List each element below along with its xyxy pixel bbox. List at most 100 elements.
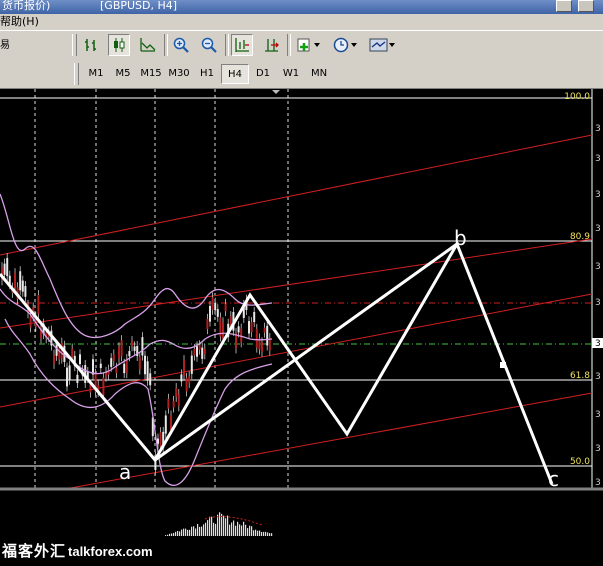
candle-body	[3, 263, 6, 275]
minimize-icon[interactable]	[556, 0, 572, 12]
histogram-bar	[259, 530, 261, 536]
histogram-bar	[225, 518, 227, 536]
candle-body	[68, 365, 71, 380]
price-chart[interactable]: 333 333 333 3 3 100.0 80.9 61.8 50.0 a b…	[0, 89, 603, 566]
wave-label-c: c	[548, 467, 559, 491]
candle-body	[21, 280, 24, 292]
wave-label-b: b	[454, 226, 467, 250]
tf-h4[interactable]: H4	[221, 64, 249, 84]
periods-clock-icon[interactable]	[331, 34, 361, 56]
histogram-bar	[169, 533, 171, 536]
indicators-icon[interactable]	[294, 34, 324, 56]
watermark-site: talkforex.com	[68, 544, 153, 559]
candle-body	[188, 376, 191, 384]
candle-body	[190, 355, 193, 374]
histogram-bar	[165, 535, 167, 536]
zoom-in-icon[interactable]	[170, 34, 192, 56]
histogram-bar	[187, 529, 189, 536]
menu-bar: 帮助(H)	[0, 14, 603, 30]
histogram-bar	[253, 530, 255, 536]
histogram-bar	[251, 526, 253, 536]
tf-mn[interactable]: MN	[305, 64, 333, 84]
histogram-bar	[249, 525, 251, 536]
candle-body	[167, 398, 170, 409]
candle-body	[183, 360, 185, 376]
histogram-bar	[231, 522, 233, 536]
tf-w1[interactable]: W1	[277, 64, 305, 84]
line-chart-icon[interactable]	[137, 34, 159, 56]
candle-body	[71, 348, 74, 358]
candle-body	[141, 337, 144, 356]
window-title-left: 货币报价)	[2, 0, 51, 12]
candle-body	[99, 363, 102, 369]
histogram-bar	[269, 533, 271, 536]
bar-chart-icon[interactable]	[80, 34, 102, 56]
tf-h1[interactable]: H1	[193, 64, 221, 84]
histogram-bar	[197, 523, 199, 536]
histogram-bar	[173, 533, 175, 536]
candle-body	[175, 387, 178, 397]
watermark-chinese: 福客外汇	[2, 542, 67, 560]
histogram-bar	[227, 515, 229, 536]
candle-body	[118, 347, 120, 359]
candle-body	[237, 326, 240, 333]
menu-help[interactable]: 帮助(H)	[0, 15, 39, 29]
candle-body	[224, 303, 227, 312]
histogram-bar	[241, 525, 243, 536]
watermark: 福客外汇 talkforex.com	[2, 540, 202, 562]
candle-body	[144, 355, 146, 375]
candle-body	[133, 346, 136, 351]
toolbar-grip[interactable]	[74, 63, 79, 85]
candle-body	[115, 367, 118, 374]
candle-body	[125, 358, 128, 374]
candle-body	[177, 394, 180, 407]
wave-midpoint-marker[interactable]	[500, 362, 506, 368]
candle-body	[203, 348, 206, 355]
candle-body	[214, 302, 217, 311]
candle-body	[211, 297, 214, 310]
tf-m1[interactable]: M1	[82, 64, 110, 84]
candle-body	[66, 367, 68, 387]
templates-icon[interactable]	[367, 34, 399, 56]
svg-text:3: 3	[595, 410, 601, 420]
histogram-bar	[213, 522, 215, 536]
toolbar-grip[interactable]	[72, 34, 77, 56]
histogram-bar	[179, 531, 181, 536]
histogram-bar	[271, 533, 273, 536]
candle-body	[180, 374, 183, 382]
candle-body	[79, 354, 81, 365]
tf-d1[interactable]: D1	[249, 64, 277, 84]
candle-body	[159, 432, 162, 447]
restore-icon[interactable]	[578, 0, 594, 12]
chart-shift-icon[interactable]	[231, 34, 253, 56]
candle-body	[55, 344, 58, 356]
tf-m15[interactable]: M15	[137, 64, 165, 84]
svg-text:3: 3	[595, 298, 601, 308]
candle-body	[6, 258, 9, 277]
zoom-out-icon[interactable]	[198, 34, 220, 56]
tf-m5[interactable]: M5	[109, 64, 137, 84]
candle-body	[253, 312, 256, 323]
candle-body	[172, 400, 175, 408]
candle-body	[146, 361, 149, 381]
toolbar-left-stub[interactable]: 易	[0, 36, 10, 56]
candle-body	[209, 305, 211, 322]
toolbar-separator	[287, 34, 291, 56]
histogram-bar	[185, 528, 187, 536]
histogram-bar	[243, 521, 245, 536]
toolbar-separator	[164, 34, 168, 56]
tf-m30[interactable]: M30	[165, 64, 193, 84]
fib-level-100: 100.0	[564, 92, 590, 102]
autoscroll-icon[interactable]	[260, 34, 282, 56]
candle-body	[149, 373, 152, 386]
histogram-bar	[237, 521, 239, 536]
candle-body	[268, 338, 271, 351]
histogram-bar	[209, 516, 211, 536]
candle-body	[198, 345, 201, 350]
candle-body	[92, 359, 94, 375]
histogram-bar	[181, 529, 183, 536]
candlestick-icon[interactable]	[108, 34, 130, 56]
histogram-bar	[263, 531, 265, 536]
candle-body	[24, 286, 27, 297]
candle-body	[185, 377, 188, 392]
